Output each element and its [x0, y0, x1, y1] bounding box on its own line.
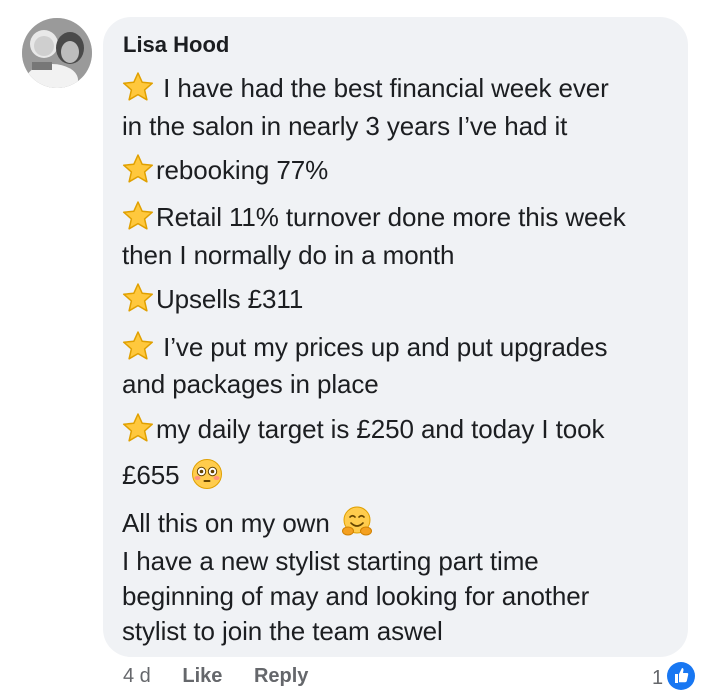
comment-text: £655	[122, 460, 180, 490]
comment-text: beginning of may and looking for another	[122, 581, 590, 611]
comment-text: in the salon in nearly 3 years I’ve had …	[122, 111, 568, 141]
comment-line: I have had the best financial week ever	[122, 71, 609, 105]
comment-text: I’ve put my prices up and put upgrades	[163, 332, 608, 362]
comment-line: rebooking 77%	[122, 153, 328, 187]
comment-text: then I normally do in a month	[122, 240, 455, 270]
comment-line: Retail 11% turnover done more this week	[122, 200, 626, 234]
avatar[interactable]	[22, 18, 92, 88]
thumbs-up-icon	[667, 662, 696, 690]
star-icon	[122, 200, 154, 232]
comment-line: I have a new stylist starting part time	[122, 544, 539, 578]
star-icon	[122, 71, 154, 103]
reaction-count: 1	[652, 667, 664, 689]
avatar-photo	[22, 18, 92, 88]
star-icon	[122, 330, 154, 362]
comment-line: stylist to join the team aswel	[122, 614, 443, 648]
comment-line: then I normally do in a month	[122, 238, 455, 272]
comment-line: and packages in place	[122, 367, 379, 401]
flushed-face-icon	[191, 458, 223, 490]
reaction-summary[interactable]: 1	[652, 662, 696, 690]
hugging-face-icon	[341, 506, 373, 538]
comment-line: in the salon in nearly 3 years I’ve had …	[122, 109, 567, 143]
comment-text: my daily target is £250 and today I took	[156, 414, 605, 444]
star-icon	[122, 282, 154, 314]
comment-text: Upsells £311	[156, 284, 304, 314]
comment-author[interactable]: Lisa Hood	[123, 32, 229, 58]
comment-bubble: Lisa Hood I have had the best financial …	[103, 17, 688, 657]
star-icon	[122, 153, 154, 185]
star-icon	[122, 412, 154, 444]
comment-actions: 4 d Like Reply	[123, 665, 334, 688]
comment-line: All this on my own	[122, 506, 373, 540]
comment-line: I’ve put my prices up and put upgrades	[122, 330, 607, 364]
comment-text: I have a new stylist starting part time	[122, 546, 539, 576]
comment-text: stylist to join the team aswel	[122, 616, 443, 646]
comment-line: beginning of may and looking for another	[122, 579, 589, 613]
comment-line: £655	[122, 458, 223, 492]
comment-line: Upsells £311	[122, 282, 303, 316]
comment-text: and packages in place	[122, 369, 379, 399]
comment-text: All this on my own	[122, 508, 330, 538]
comment-text: I have had the best financial week ever	[163, 73, 609, 103]
comment-line: my daily target is £250 and today I took	[122, 412, 604, 446]
comment-text: rebooking 77%	[156, 155, 329, 185]
comment-text: Retail 11% turnover done more this week	[156, 202, 626, 232]
